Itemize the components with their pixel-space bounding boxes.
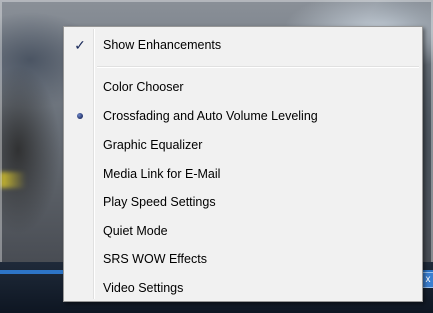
menu-item-label: Color Chooser: [103, 80, 184, 94]
menu-separator: [97, 66, 419, 68]
menu-item-label: Crossfading and Auto Volume Leveling: [103, 109, 318, 123]
menu-item-media-link[interactable]: Media Link for E-Mail: [66, 162, 420, 186]
menu-item-label: SRS WOW Effects: [103, 252, 207, 266]
menu-item-show-enhancements[interactable]: ✓ Show Enhancements: [66, 33, 420, 57]
menu-item-video-settings[interactable]: Video Settings: [66, 276, 420, 300]
menu-item-label: Quiet Mode: [103, 224, 168, 238]
menu-item-label: Video Settings: [103, 281, 184, 295]
menu-item-label: Show Enhancements: [103, 38, 222, 52]
radio-bullet-icon: [66, 104, 94, 128]
menu-item-srs-wow[interactable]: SRS WOW Effects: [66, 247, 420, 271]
menu-item-crossfading[interactable]: Crossfading and Auto Volume Leveling: [66, 104, 420, 128]
menu-item-graphic-equalizer[interactable]: Graphic Equalizer: [66, 133, 420, 157]
menu-item-color-chooser[interactable]: Color Chooser: [66, 75, 420, 99]
menu-item-label: Media Link for E-Mail: [103, 167, 221, 181]
checkmark-icon: ✓: [74, 37, 86, 53]
menu-item-quiet-mode[interactable]: Quiet Mode: [66, 219, 420, 243]
enhancements-context-menu: ✓ Show Enhancements Color Chooser Crossf…: [63, 26, 423, 302]
menu-item-label: Play Speed Settings: [103, 195, 216, 209]
menu-item-label: Graphic Equalizer: [103, 138, 203, 152]
menu-item-play-speed[interactable]: Play Speed Settings: [66, 190, 420, 214]
